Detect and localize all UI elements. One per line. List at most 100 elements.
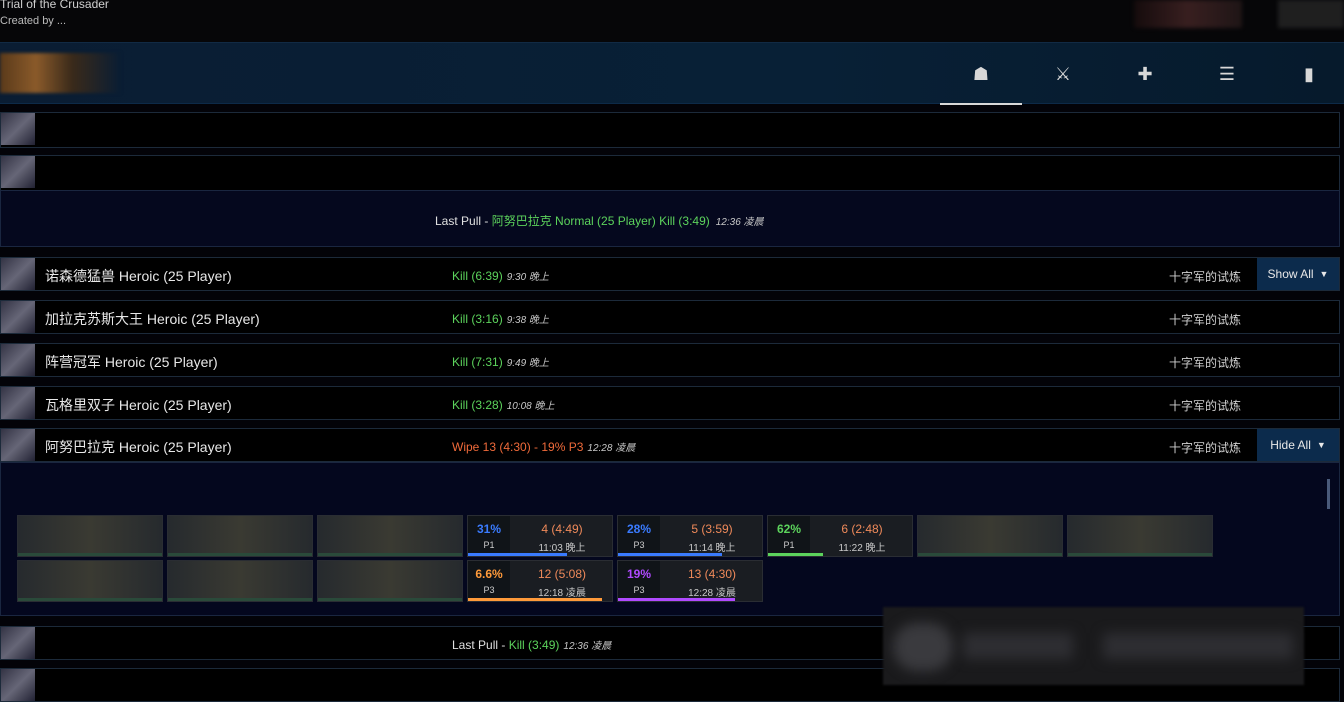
last-pull-summary: Last Pull - 阿努巴拉克 Normal (25 Player) Kil… — [435, 212, 764, 229]
phase-label: P3 — [633, 540, 645, 550]
last-pull-summary: Last Pull - Kill (3:49) 12:36 凌晨 — [452, 637, 611, 652]
boss-hp-percent: 28% P3 — [618, 516, 660, 556]
boss-row[interactable]: 加拉克苏斯大王 Heroic (25 Player) Kill (3:16) 9:3… — [0, 300, 1340, 334]
pull-tile[interactable]: 31% P1 4 (4:49) 11:03 晚上 — [467, 515, 613, 557]
pull-tile[interactable]: 28% P3 5 (3:59) 11:14 晚上 — [617, 515, 763, 557]
progress-bar — [468, 598, 603, 601]
blurred-overlay — [883, 607, 1304, 685]
thumbnail-bar — [318, 553, 462, 556]
progress-bar — [768, 553, 823, 556]
pull-result-text[interactable]: Kill (7:31) — [452, 355, 503, 369]
tab-damage[interactable]: ⚔ — [1022, 43, 1104, 105]
boss-hp-percent: 19% P3 — [618, 561, 660, 601]
zone-image — [0, 53, 120, 93]
pull-thumbnail[interactable] — [167, 560, 313, 602]
encounter-row-collapsed[interactable] — [0, 112, 1340, 148]
pull-result-text[interactable]: Kill (3:28) — [452, 398, 503, 412]
thumbnail-bar — [318, 598, 462, 601]
toggle-pulls-label: Hide All — [1270, 438, 1311, 452]
zone-name: 十字军的试炼 — [1169, 313, 1242, 327]
pull-time: 9:38 晚上 — [506, 315, 549, 326]
last-pull-result[interactable]: Kill (3:49) — [509, 638, 560, 652]
scrollbar[interactable] — [1327, 479, 1330, 509]
boss-avatar — [1, 669, 35, 701]
pull-thumbnail[interactable] — [17, 515, 163, 557]
encounter-row-collapsed[interactable] — [0, 155, 1340, 191]
boss-name: 瓦格里双子 Heroic (25 Player) — [45, 397, 232, 413]
boss-row[interactable]: 阵营冠军 Heroic (25 Player) Kill (7:31) 9:49 晚… — [0, 343, 1340, 377]
pull-time: 12:28 凌晨 — [587, 443, 636, 454]
thumbnail-bar — [168, 553, 312, 556]
tab-deaths[interactable]: ☰ — [1186, 43, 1268, 105]
boss-name: 阿努巴拉克 Heroic (25 Player) — [45, 439, 232, 455]
toggle-pulls-button[interactable]: Hide All ▼ — [1257, 429, 1339, 461]
bookmark-icon: ▮ — [1304, 63, 1314, 84]
pulls-panel: 31% P1 4 (4:49) 11:03 晚上 28% P3 5 (3:59) 11:14 … — [0, 462, 1340, 616]
damage-icon: ⚔ — [1054, 63, 1072, 84]
report-title: Trial of the Crusader — [0, 0, 109, 11]
pull-time: 12:18 凌晨 — [538, 588, 586, 599]
pull-time: 9:49 晚上 — [506, 358, 549, 369]
last-pull-time: 12:36 凌晨 — [715, 217, 764, 228]
tab-healing[interactable]: ✚ — [1104, 43, 1186, 105]
tab-bookmark[interactable]: ▮ — [1268, 43, 1344, 105]
pull-tile[interactable]: 62% P1 6 (2:48) 11:22 晚上 — [767, 515, 913, 557]
pull-time: 11:14 晚上 — [688, 543, 736, 554]
boss-avatar — [1, 344, 35, 376]
pull-thumbnail[interactable] — [917, 515, 1063, 557]
tab-summary[interactable]: ☗ — [940, 43, 1022, 105]
boss-row[interactable]: 诺森德猛兽 Heroic (25 Player) Kill (6:39) 9:30 … — [0, 257, 1340, 291]
last-pull-result[interactable]: 阿努巴拉克 Normal (25 Player) Kill (3:49) — [492, 214, 710, 228]
boss-avatar — [1, 429, 35, 461]
pull-thumbnail[interactable] — [1067, 515, 1213, 557]
phase-label: P1 — [783, 540, 795, 550]
pull-thumbnail[interactable] — [17, 560, 163, 602]
pull-thumbnail[interactable] — [317, 560, 463, 602]
last-pull-panel: Last Pull - 阿努巴拉克 Normal (25 Player) Kil… — [0, 190, 1340, 247]
chevron-down-icon: ▼ — [1319, 269, 1329, 279]
pull-tile[interactable]: 19% P3 13 (4:30) 12:28 凌晨 — [617, 560, 763, 602]
chevron-down-icon: ▼ — [1316, 440, 1326, 450]
summary-icon: ☗ — [972, 63, 990, 84]
zone-header: ☗ ⚔ ✚ ☰ ▮ — [0, 42, 1344, 105]
pull-result: Kill (3:28) 10:08 晚上 — [452, 397, 555, 412]
boss-row[interactable]: 瓦格里双子 Heroic (25 Player) Kill (3:28) 10:08… — [0, 386, 1340, 420]
pull-thumbnail[interactable] — [167, 515, 313, 557]
pull-time: 11:03 晚上 — [538, 543, 586, 554]
percent-value: 62% — [776, 522, 802, 536]
top-bar: Trial of the Crusader Created by ... — [0, 0, 1344, 42]
pull-time: 10:08 晚上 — [506, 401, 555, 412]
last-pull-label: Last Pull - — [452, 638, 509, 652]
phase-label: P3 — [633, 585, 645, 595]
zone-name: 十字军的试炼 — [1169, 356, 1242, 370]
report-subtitle: Created by ... — [0, 15, 67, 27]
pull-result-text[interactable]: Kill (3:16) — [452, 312, 503, 326]
percent-value: 6.6% — [475, 567, 503, 581]
pull-result-text[interactable]: Wipe 13 (4:30) - 19% P3 — [452, 440, 583, 454]
blurred-header-element — [1278, 0, 1344, 28]
boss-row[interactable]: 阿努巴拉克 Heroic (25 Player) Wipe 13 (4:30) -… — [0, 428, 1340, 462]
pull-tile[interactable]: 6.6% P3 12 (5:08) 12:18 凌晨 — [467, 560, 613, 602]
boss-avatar — [1, 113, 35, 145]
pull-thumbnail[interactable] — [317, 515, 463, 557]
pull-result: Wipe 13 (4:30) - 19% P3 12:28 凌晨 — [452, 439, 635, 454]
progress-bar — [618, 598, 735, 601]
boss-name: 加拉克苏斯大王 Heroic (25 Player) — [45, 311, 260, 327]
pull-number: 4 (4:49) — [541, 522, 583, 536]
boss-avatar — [1, 301, 35, 333]
pull-result-text[interactable]: Kill (6:39) — [452, 269, 503, 283]
zone-name: 十字军的试炼 — [1169, 399, 1242, 413]
pull-number: 12 (5:08) — [537, 567, 587, 581]
percent-value: 19% — [626, 567, 652, 581]
pull-number: 5 (3:59) — [691, 522, 733, 536]
boss-avatar — [1, 387, 35, 419]
deaths-icon: ☰ — [1218, 63, 1236, 84]
toggle-pulls-button[interactable]: Show All ▼ — [1257, 258, 1339, 290]
thumbnail-bar — [1068, 553, 1212, 556]
zone-name: 十字军的试炼 — [1169, 441, 1242, 455]
boss-avatar — [1, 156, 35, 188]
boss-hp-percent: 6.6% P3 — [468, 561, 510, 601]
percent-value: 28% — [626, 522, 652, 536]
boss-name: 阵营冠军 Heroic (25 Player) — [45, 354, 218, 370]
pull-number: 6 (2:48) — [841, 522, 883, 536]
